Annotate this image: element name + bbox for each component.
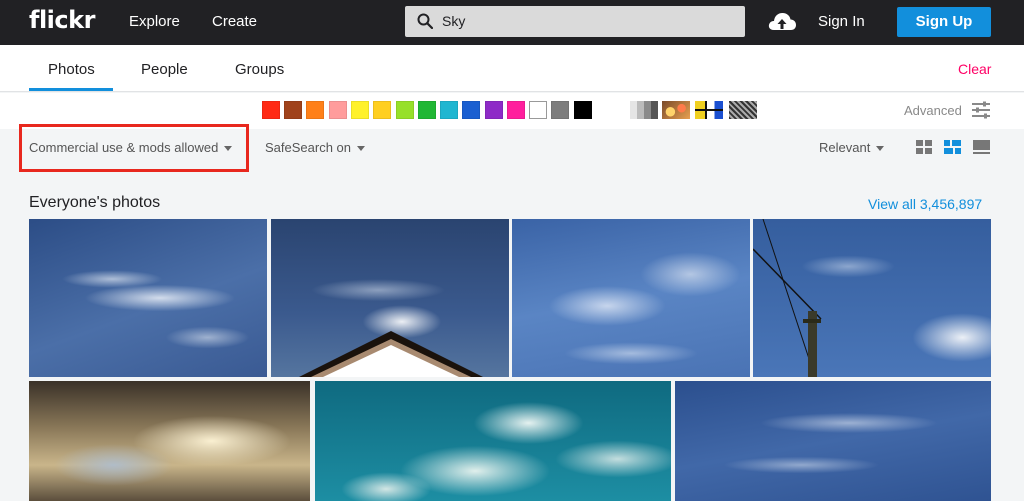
search-icon [417,13,433,29]
section-title: Everyone's photos [29,194,161,211]
color-swatch-black[interactable] [574,101,592,119]
annotation-highlight-box [19,124,249,172]
color-swatch-brown[interactable] [284,101,302,119]
color-swatch-gold[interactable] [373,101,391,119]
clear-filters-link[interactable]: Clear [958,61,991,77]
sign-in-link[interactable]: Sign In [818,13,865,30]
tab-photos[interactable]: Photos [48,61,95,78]
roof-silhouette-icon [299,331,483,377]
color-swatch-green[interactable] [418,101,436,119]
search-input[interactable]: Sky [405,6,745,37]
tab-people[interactable]: People [141,61,188,78]
patterns-icon[interactable] [729,101,757,119]
photo-thumbnail[interactable] [29,381,310,501]
advanced-search-link[interactable]: Advanced [904,103,962,118]
sign-up-button[interactable]: Sign Up [897,7,991,37]
large-layout-icon[interactable] [973,140,990,155]
safesearch-dropdown[interactable]: SafeSearch on [265,140,366,155]
color-swatch-orange[interactable] [306,101,324,119]
grid-small-layout-icon[interactable] [916,140,933,155]
nav-explore-link[interactable]: Explore [129,13,180,30]
color-swatch-white[interactable] [529,101,547,119]
nav-create-link[interactable]: Create [212,13,257,30]
sort-dropdown-label: Relevant [819,140,871,155]
photo-thumbnail[interactable] [512,219,750,377]
color-swatch-lime[interactable] [396,101,414,119]
chevron-down-icon [357,146,366,152]
sort-dropdown[interactable]: Relevant [819,140,885,155]
search-tabs-bar: Photos People Groups Clear [0,45,1024,92]
view-all-link[interactable]: View all 3,456,897 [868,196,982,212]
photo-thumbnail[interactable] [315,381,671,501]
search-value: Sky [442,13,466,29]
flickr-logo[interactable]: flickr [29,6,95,34]
tab-groups[interactable]: Groups [235,61,284,78]
color-swatch-pink[interactable] [329,101,347,119]
color-swatch-red[interactable] [262,101,280,119]
chevron-down-icon [876,146,885,152]
black-and-white-icon[interactable] [630,101,658,119]
photo-thumbnail[interactable] [29,219,267,377]
photo-thumbnail[interactable] [753,219,991,377]
safesearch-dropdown-label: SafeSearch on [265,140,352,155]
upload-cloud-icon[interactable] [767,9,797,33]
photo-thumbnail[interactable] [675,381,991,501]
color-swatch-yellow[interactable] [351,101,369,119]
color-swatch-gray[interactable] [551,101,569,119]
active-tab-indicator [29,88,113,91]
top-navigation-bar: flickr Explore Create Sky Sign In Sign U… [0,0,1024,45]
utility-pole-icon [753,219,822,377]
photo-thumbnail[interactable] [271,219,509,377]
color-swatch-cyan[interactable] [440,101,458,119]
minimalism-icon[interactable] [695,101,723,119]
color-swatch-purple[interactable] [485,101,503,119]
shallow-depth-of-field-icon[interactable] [662,101,690,119]
color-swatch-blue[interactable] [462,101,480,119]
justified-layout-icon[interactable] [944,140,961,155]
sliders-icon[interactable] [971,101,991,119]
color-swatch-magenta[interactable] [507,101,525,119]
